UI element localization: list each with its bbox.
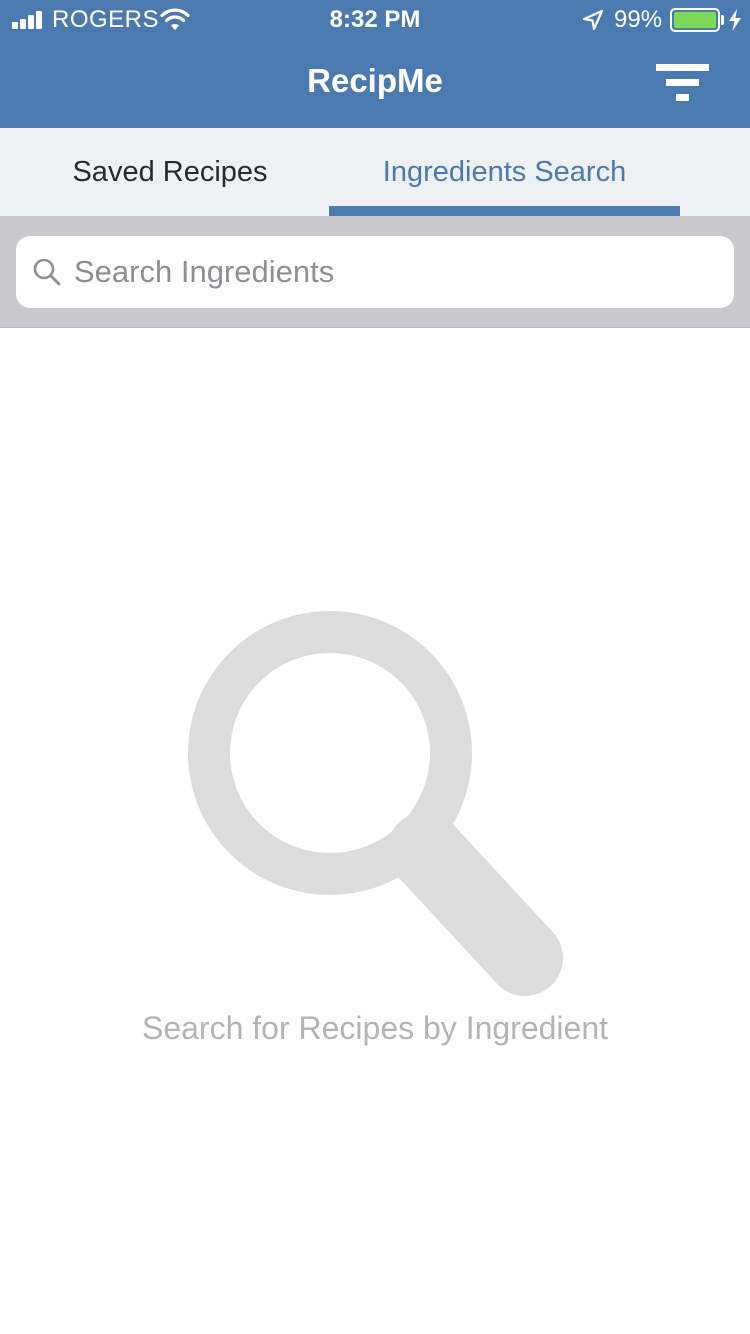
search-icon (33, 258, 61, 286)
tab-ingredients-search[interactable]: Ingredients Search (329, 128, 680, 216)
search-box[interactable] (16, 236, 734, 308)
tab-saved-recipes[interactable]: Saved Recipes (0, 128, 340, 216)
battery-icon (670, 8, 720, 32)
search-input[interactable] (74, 236, 714, 308)
magnifier-icon (188, 611, 563, 996)
battery-nub (721, 15, 724, 25)
search-bar-container (0, 216, 750, 328)
location-arrow-icon (582, 9, 604, 31)
page-title: RecipMe (307, 62, 443, 99)
filter-button[interactable] (646, 56, 718, 112)
status-bar: ROGERS 8:32 PM 99% (0, 0, 750, 40)
app-header: ROGERS 8:32 PM 99% RecipMe (0, 0, 750, 128)
battery-percent: 99% (614, 6, 663, 33)
battery-level-fill (674, 12, 716, 28)
charging-bolt-icon (729, 9, 741, 31)
tab-bar: Saved Recipes Ingredients Search (0, 128, 750, 216)
active-tab-indicator (329, 206, 680, 216)
empty-state-message: Search for Recipes by Ingredient (141, 1010, 609, 1046)
